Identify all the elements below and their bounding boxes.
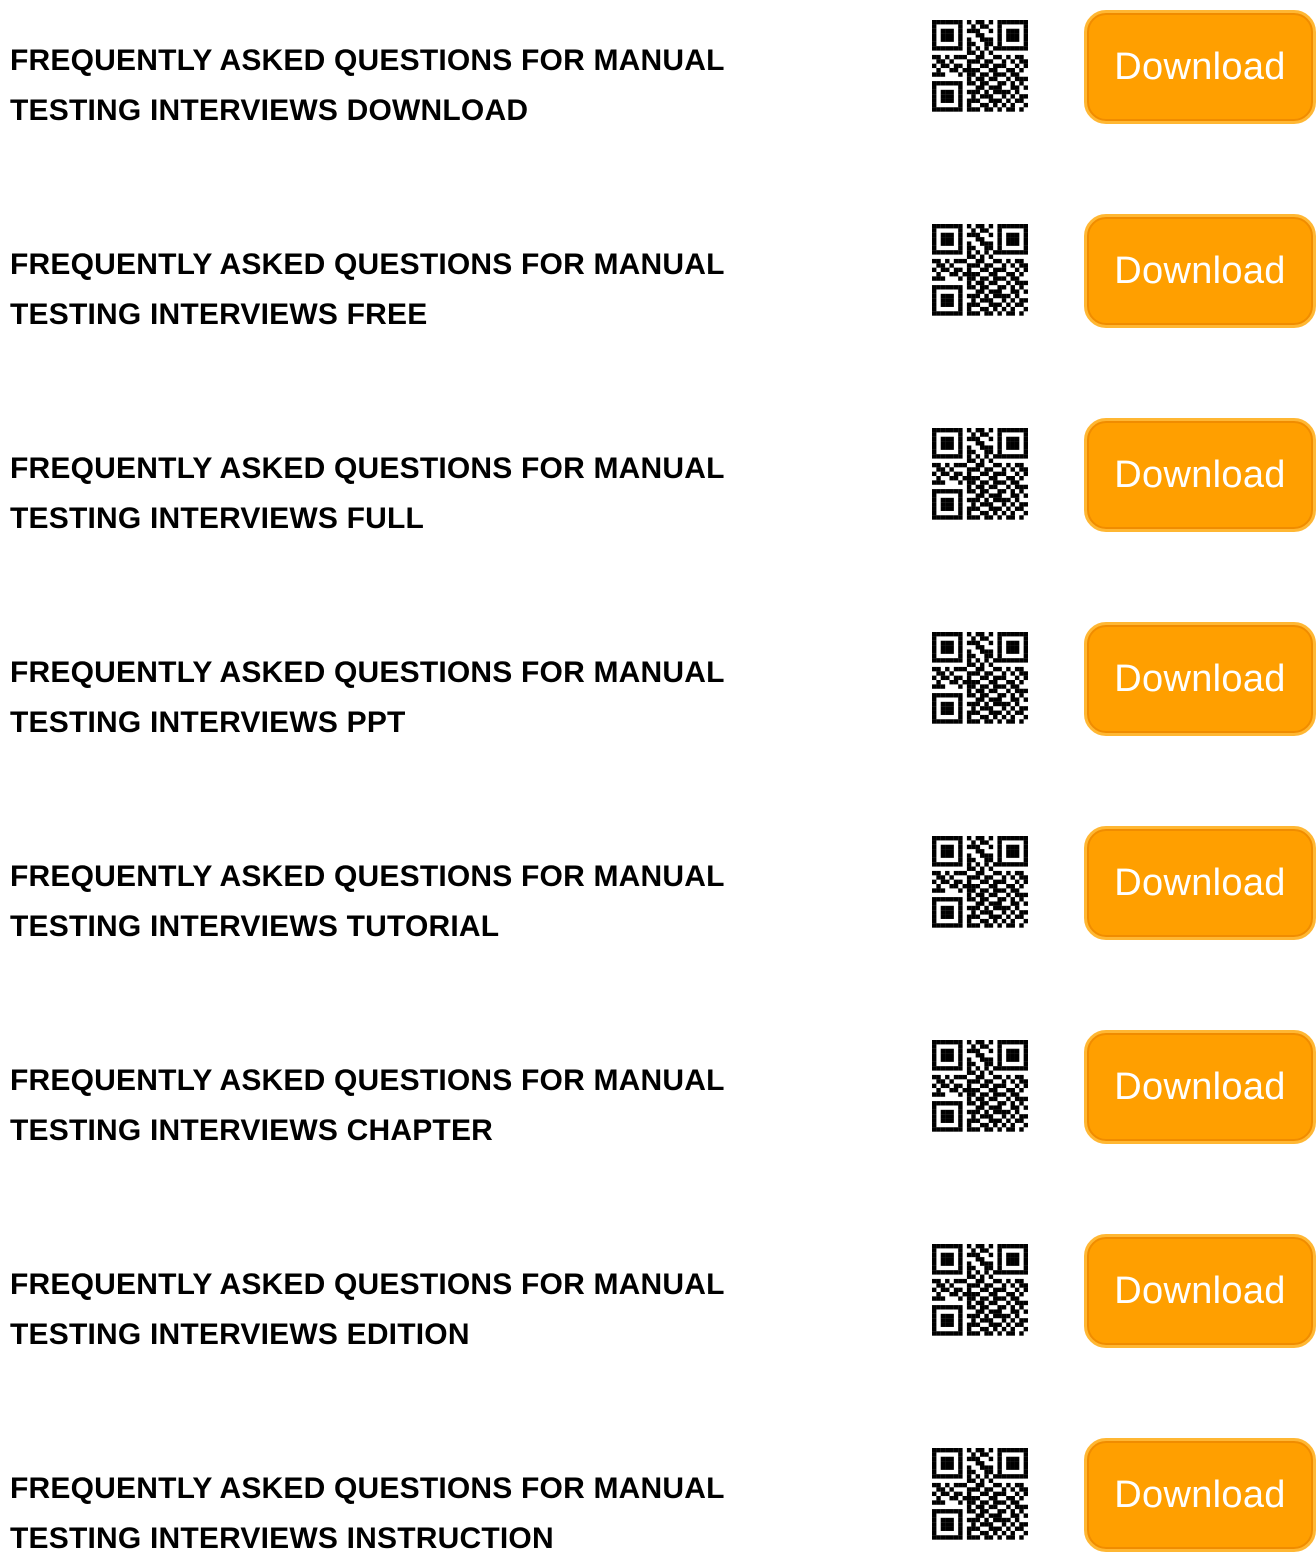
item-title-line-2: TESTING INTERVIEWS PPT [10,706,406,739]
item-title-line-2: TESTING INTERVIEWS TUTORIAL [10,910,500,943]
item-title: FREQUENTLY ASKED QUESTIONS FOR MANUAL TE… [10,36,890,136]
item-title-line-2: TESTING INTERVIEWS CHAPTER [10,1114,494,1147]
download-button[interactable]: Download [1084,10,1316,124]
item-title-line-2: TESTING INTERVIEWS FULL [10,502,425,535]
qr-code-icon [932,632,1028,728]
download-button[interactable]: Download [1084,1438,1316,1552]
download-button[interactable]: Download [1084,1234,1316,1348]
qr-code-graphic [932,1040,1028,1132]
item-title: FREQUENTLY ASKED QUESTIONS FOR MANUAL TE… [10,240,890,340]
list-item: FREQUENTLY ASKED QUESTIONS FOR MANUAL TE… [0,1224,1316,1351]
download-button-label: Download [1114,453,1286,496]
download-button-label: Download [1114,861,1286,904]
download-button-label: Download [1114,249,1286,292]
qr-code-graphic [932,836,1028,928]
download-button[interactable]: Download [1084,1030,1316,1144]
download-button-label: Download [1114,45,1286,88]
download-button-label: Download [1114,1269,1286,1312]
download-button-label: Download [1114,1473,1286,1516]
download-list: FREQUENTLY ASKED QUESTIONS FOR MANUAL TE… [0,0,1316,1555]
item-title-line-2: TESTING INTERVIEWS INSTRUCTION [10,1522,554,1555]
item-title-line-1: FREQUENTLY ASKED QUESTIONS FOR MANUAL [10,248,725,281]
list-item: FREQUENTLY ASKED QUESTIONS FOR MANUAL TE… [0,1020,1316,1147]
download-button-label: Download [1114,1065,1286,1108]
item-title-line-1: FREQUENTLY ASKED QUESTIONS FOR MANUAL [10,1472,725,1505]
qr-code-icon [932,1448,1028,1544]
list-item: FREQUENTLY ASKED QUESTIONS FOR MANUAL TE… [0,0,1316,127]
qr-code-icon [932,428,1028,524]
item-title-line-1: FREQUENTLY ASKED QUESTIONS FOR MANUAL [10,44,725,77]
qr-code-icon [932,836,1028,932]
item-title-line-2: TESTING INTERVIEWS EDITION [10,1318,470,1351]
qr-code-icon [932,1244,1028,1340]
qr-code-graphic [932,428,1028,520]
item-title: FREQUENTLY ASKED QUESTIONS FOR MANUAL TE… [10,1056,890,1156]
item-title-line-1: FREQUENTLY ASKED QUESTIONS FOR MANUAL [10,452,725,485]
item-title-line-1: FREQUENTLY ASKED QUESTIONS FOR MANUAL [10,1064,725,1097]
list-item: FREQUENTLY ASKED QUESTIONS FOR MANUAL TE… [0,816,1316,943]
list-item: FREQUENTLY ASKED QUESTIONS FOR MANUAL TE… [0,204,1316,331]
list-item: FREQUENTLY ASKED QUESTIONS FOR MANUAL TE… [0,408,1316,535]
qr-code-icon [932,20,1028,116]
qr-code-graphic [932,1244,1028,1336]
item-title: FREQUENTLY ASKED QUESTIONS FOR MANUAL TE… [10,444,890,544]
qr-code-icon [932,1040,1028,1136]
item-title: FREQUENTLY ASKED QUESTIONS FOR MANUAL TE… [10,1260,890,1360]
qr-code-graphic [932,224,1028,316]
item-title-line-2: TESTING INTERVIEWS FREE [10,298,428,331]
item-title-line-1: FREQUENTLY ASKED QUESTIONS FOR MANUAL [10,656,725,689]
list-item: FREQUENTLY ASKED QUESTIONS FOR MANUAL TE… [0,1428,1316,1555]
qr-code-graphic [932,20,1028,112]
qr-code-icon [932,224,1028,320]
qr-code-graphic [932,632,1028,724]
download-button[interactable]: Download [1084,622,1316,736]
qr-code-graphic [932,1448,1028,1540]
list-item: FREQUENTLY ASKED QUESTIONS FOR MANUAL TE… [0,612,1316,739]
download-button-label: Download [1114,657,1286,700]
item-title: FREQUENTLY ASKED QUESTIONS FOR MANUAL TE… [10,648,890,748]
item-title-line-1: FREQUENTLY ASKED QUESTIONS FOR MANUAL [10,1268,725,1301]
item-title: FREQUENTLY ASKED QUESTIONS FOR MANUAL TE… [10,1464,890,1564]
item-title-line-2: TESTING INTERVIEWS DOWNLOAD [10,94,529,127]
download-button[interactable]: Download [1084,418,1316,532]
download-button[interactable]: Download [1084,826,1316,940]
item-title: FREQUENTLY ASKED QUESTIONS FOR MANUAL TE… [10,852,890,952]
item-title-line-1: FREQUENTLY ASKED QUESTIONS FOR MANUAL [10,860,725,893]
download-button[interactable]: Download [1084,214,1316,328]
